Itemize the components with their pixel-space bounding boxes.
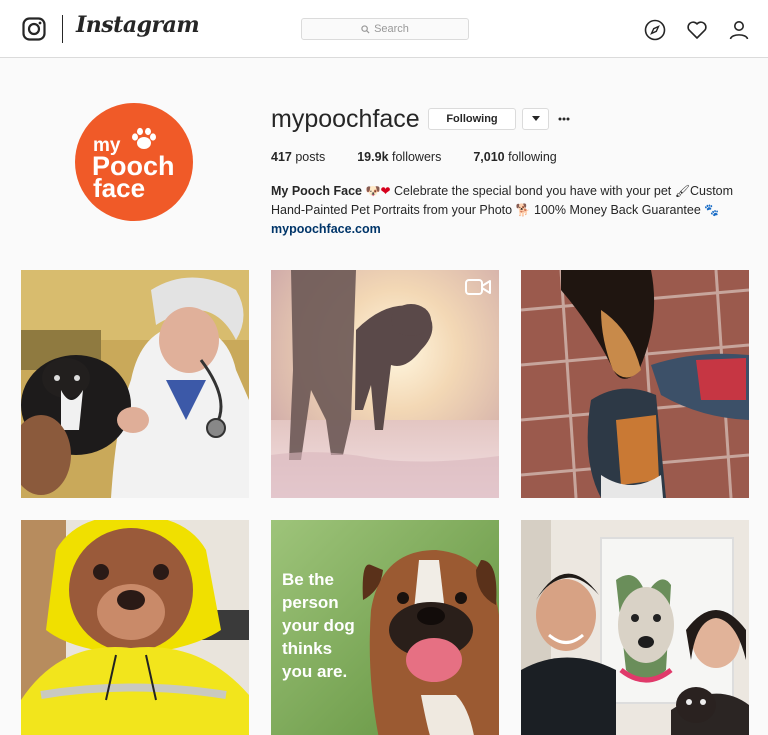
profile-username: mypoochface <box>271 105 420 133</box>
post-tile-pitbull-in-raincoat[interactable] <box>21 520 249 735</box>
dog-paw-and-sneakers-photo <box>521 270 749 498</box>
activity-heart-icon[interactable] <box>686 19 708 41</box>
instagram-glyph-icon[interactable] <box>22 17 46 41</box>
dog-emoji-icon: 🐶 <box>365 184 381 198</box>
search-icon <box>361 24 370 34</box>
following-count: 7,010 <box>473 150 505 164</box>
couple-with-portrait-photo <box>521 520 749 735</box>
video-camera-icon <box>465 279 491 295</box>
quote-overlay: Be the person your dog thinks you are. <box>282 568 355 683</box>
explore-compass-icon[interactable] <box>644 19 666 41</box>
profile-stats: 417 posts 19.9k followers 7,010 followin… <box>271 150 589 164</box>
profile-person-icon[interactable] <box>728 19 750 41</box>
top-navigation-bar: Instagram Search <box>0 0 768 58</box>
ellipsis-icon <box>558 117 570 121</box>
quote-line-5: you are. <box>282 662 348 681</box>
following-label: following <box>508 150 557 164</box>
bio-text-1: Celebrate the special bond you have with… <box>393 184 672 198</box>
quote-line-3: your dog <box>282 616 355 635</box>
quote-line-2: person <box>282 593 339 612</box>
followers-label: followers <box>392 150 442 164</box>
dog-face-emoji-icon: 🐕 <box>515 203 531 217</box>
suggestions-dropdown-button[interactable] <box>522 108 549 130</box>
caret-down-icon <box>531 116 540 121</box>
quote-line-4: thinks <box>282 639 333 658</box>
vet-with-dog-photo <box>21 270 249 498</box>
search-placeholder: Search <box>374 23 409 35</box>
profile-website-link[interactable]: mypoochface.com <box>271 222 381 236</box>
posts-count: 417 <box>271 150 292 164</box>
pitbull-in-raincoat-photo <box>21 520 249 735</box>
post-tile-dog-paw-and-sneakers[interactable] <box>521 270 749 498</box>
instagram-wordmark[interactable]: Instagram <box>76 12 200 38</box>
paw-logo-icon <box>132 127 156 149</box>
more-options-button[interactable] <box>556 108 572 130</box>
post-tile-boxer-quote[interactable]: Be the person your dog thinks you are. <box>271 520 499 735</box>
red-heart-emoji-icon: ❤ <box>380 184 391 198</box>
avatar-logo-line3: face <box>93 173 146 203</box>
posts-stat: 417 posts <box>271 150 325 164</box>
profile-bio: My Pooch Face 🐶❤ Celebrate the special b… <box>271 182 741 239</box>
post-tile-couple-with-portrait[interactable] <box>521 520 749 735</box>
posts-label: posts <box>295 150 326 164</box>
followers-stat[interactable]: 19.9k followers <box>357 150 441 164</box>
nav-divider <box>62 15 63 43</box>
bio-full-name: My Pooch Face <box>271 184 362 198</box>
paw-prints-emoji-icon: 🐾 <box>704 203 720 217</box>
profile-avatar: my Pooch face <box>75 103 193 221</box>
quote-line-1: Be the <box>282 570 334 589</box>
following-button[interactable]: Following <box>428 108 516 130</box>
post-tile-vet-with-dog[interactable] <box>21 270 249 498</box>
followers-count: 19.9k <box>357 150 389 164</box>
following-stat[interactable]: 7,010 following <box>473 150 556 164</box>
bio-text-4: 100% Money Back Guarantee <box>534 203 701 217</box>
paintbrush-emoji-icon: 🖌 <box>674 184 690 198</box>
bio-text-2: Custom <box>689 184 734 198</box>
search-input[interactable]: Search <box>301 18 469 40</box>
dog-at-sunset-photo <box>271 270 499 498</box>
post-tile-dog-at-sunset[interactable] <box>271 270 499 498</box>
bio-text-3: Hand-Painted Pet Portraits from your Pho… <box>271 203 513 217</box>
